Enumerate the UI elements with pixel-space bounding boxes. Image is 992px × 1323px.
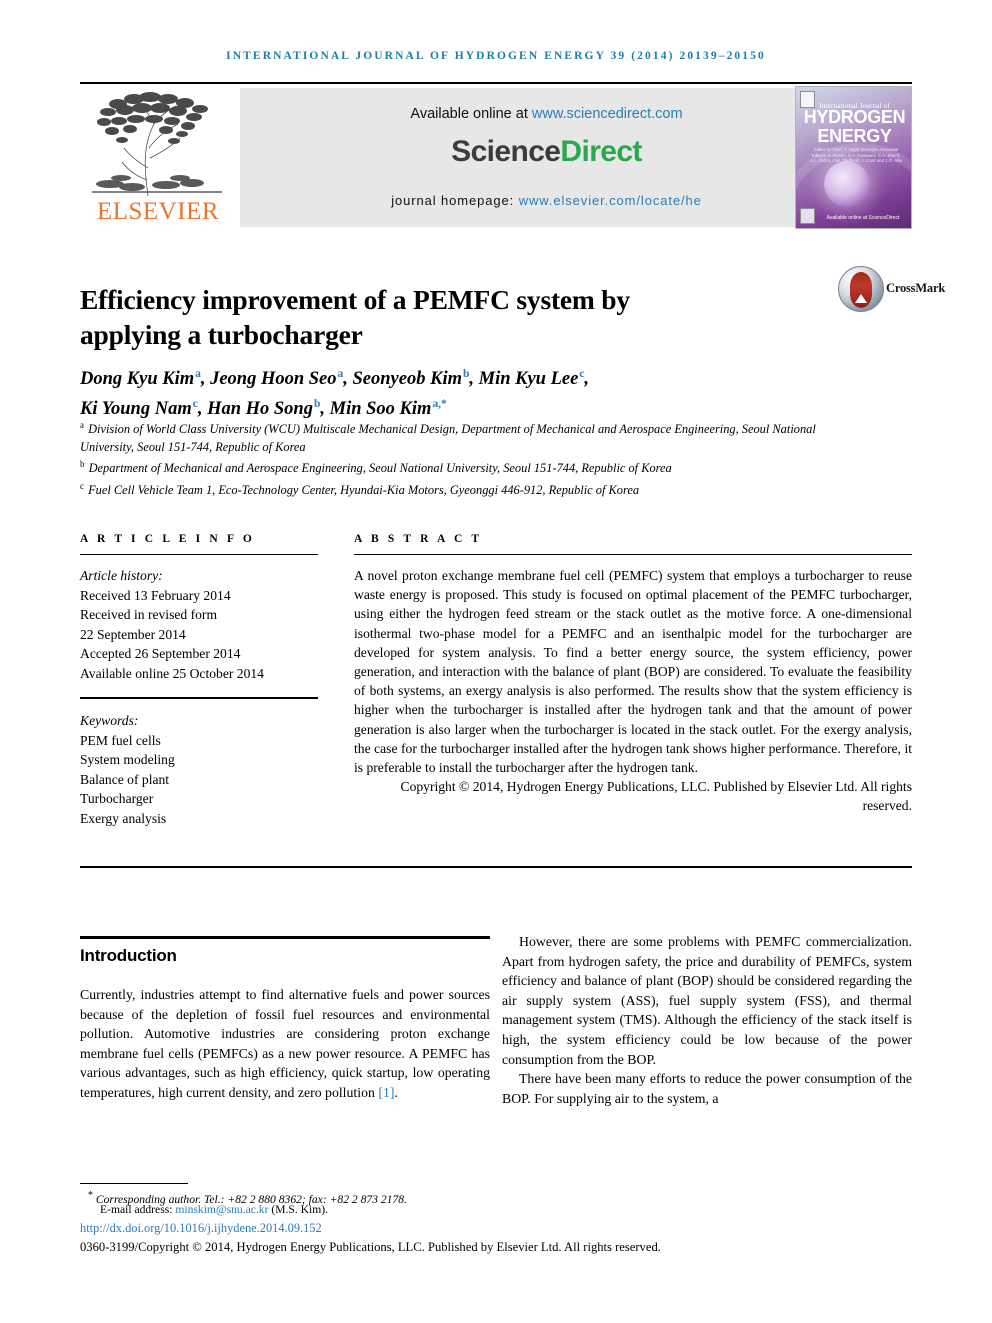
affiliation-text: Division of World Class University (WCU)… bbox=[80, 422, 816, 454]
body-paragraph: There have been many efforts to reduce t… bbox=[502, 1071, 912, 1106]
article-history-item: Available online 25 October 2014 bbox=[80, 665, 264, 681]
article-history-item: 22 September 2014 bbox=[80, 626, 186, 642]
keywords-divider bbox=[80, 697, 318, 700]
cover-line-energy: ENERGY bbox=[817, 126, 892, 146]
cover-sphere-decoration bbox=[824, 161, 870, 207]
sciencedirect-url[interactable]: www.sciencedirect.com bbox=[532, 106, 683, 122]
footnote-rule bbox=[80, 1183, 188, 1184]
affiliation-text: Department of Mechanical and Aerospace E… bbox=[88, 461, 672, 476]
author-affiliation-marker: a bbox=[337, 368, 344, 380]
affiliation-item: b Department of Mechanical and Aerospace… bbox=[80, 456, 870, 478]
crossmark-label: CrossMark bbox=[886, 281, 946, 295]
author-affiliation-marker: c bbox=[579, 368, 585, 380]
available-online-label: Available online at bbox=[410, 106, 532, 122]
author-affiliation-marker: c bbox=[192, 398, 198, 411]
author-name: Jeong Hoon Seo bbox=[210, 369, 337, 390]
cover-editors: Editor-in-Chief: T. Nejat Veziroğlu Asso… bbox=[810, 147, 902, 164]
article-history-item: Accepted 26 September 2014 bbox=[80, 646, 241, 661]
author-affiliation-marker: a,* bbox=[432, 398, 447, 411]
article-info-divider bbox=[80, 554, 318, 555]
keyword-item: Balance of plant bbox=[80, 771, 170, 787]
body-paragraph: Currently, industries attempt to find al… bbox=[80, 985, 490, 1103]
keyword-item: Turbocharger bbox=[80, 791, 154, 807]
body-paragraph: However, there are some problems with PE… bbox=[502, 934, 912, 1067]
affiliation-marker: b bbox=[80, 459, 85, 470]
cover-bottom-badge-icon bbox=[800, 208, 815, 224]
issn-copyright-line: 0360-3199/Copyright © 2014, Hydrogen Ene… bbox=[80, 1240, 661, 1254]
abstract-divider bbox=[354, 554, 912, 555]
abstract-column: A B S T R A C T A novel proton exchange … bbox=[354, 533, 912, 816]
abstract-copyright: Copyright © 2014, Hydrogen Energy Public… bbox=[400, 779, 913, 814]
journal-homepage-url[interactable]: www.elsevier.com/locate/he bbox=[519, 193, 702, 208]
author-affiliation-marker: a bbox=[195, 368, 201, 380]
cover-line-hydrogen: HYDROGEN bbox=[803, 107, 906, 127]
journal-banner: ELSEVIER Available online at www.science… bbox=[80, 86, 912, 231]
author-list: Dong Kyu Kima, Jeong Hoon Seoa, Seonyeob… bbox=[80, 362, 850, 422]
article-info-heading: A R T I C L E I N F O bbox=[80, 533, 255, 545]
abstract-bottom-rule bbox=[80, 866, 912, 869]
email-label: E-mail address: bbox=[100, 1203, 176, 1216]
email-address-link[interactable]: minskim@snu.ac.kr bbox=[175, 1203, 268, 1216]
article-history-item: Received 13 February 2014 bbox=[80, 587, 231, 603]
reference-link[interactable]: [1] bbox=[378, 1085, 394, 1100]
affiliation-item: a Division of World Class University (WC… bbox=[80, 417, 870, 456]
affiliation-marker: a bbox=[80, 420, 84, 430]
author-affiliation-marker: b bbox=[462, 368, 470, 380]
sciencedirect-logo: ScienceDirect bbox=[240, 135, 853, 169]
email-suffix: (M.S. Kim). bbox=[268, 1203, 329, 1216]
introduction-heading: Introduction bbox=[80, 946, 177, 965]
body-paragraph-tail: . bbox=[394, 1084, 398, 1100]
elsevier-tree-icon bbox=[88, 88, 226, 200]
author-name: Seonyeob Kim bbox=[352, 369, 462, 390]
affiliation-text: Fuel Cell Vehicle Team 1, Eco-Technology… bbox=[88, 482, 640, 497]
article-info-column: A R T I C L E I N F O Article history: R… bbox=[80, 533, 318, 828]
journal-homepage-line: journal homepage: www.elsevier.com/locat… bbox=[240, 193, 853, 208]
author-name: Min Kyu Lee bbox=[478, 369, 579, 390]
crossmark-triangle-icon bbox=[855, 294, 867, 303]
author-line-1: Dong Kyu Kima, Jeong Hoon Seoa, Seonyeob… bbox=[80, 368, 590, 390]
elsevier-logo: ELSEVIER bbox=[80, 86, 235, 231]
abstract-heading: A B S T R A C T bbox=[354, 533, 483, 545]
keyword-item: System modeling bbox=[80, 752, 175, 768]
introduction-rule bbox=[80, 936, 490, 939]
running-head: International Journal of Hydrogen Energy… bbox=[226, 50, 766, 62]
email-note: E-mail address: minskim@snu.ac.kr (M.S. … bbox=[100, 1203, 328, 1216]
sciencedirect-panel: Available online at www.sciencedirect.co… bbox=[240, 88, 853, 227]
affiliation-list: a Division of World Class University (WC… bbox=[80, 417, 870, 499]
article-history-label: Article history: bbox=[80, 568, 163, 583]
body-column-left: Currently, industries attempt to find al… bbox=[80, 985, 490, 1103]
journal-cover-thumbnail: International Journal of HYDROGEN ENERGY… bbox=[795, 86, 912, 229]
crossmark-logo[interactable]: CrossMark bbox=[838, 266, 945, 314]
crossmark-icon bbox=[838, 266, 884, 312]
body-column-right: However, there are some problems with PE… bbox=[502, 932, 912, 1108]
author-affiliation-marker: b bbox=[313, 398, 321, 411]
affiliation-item: c Fuel Cell Vehicle Team 1, Eco-Technolo… bbox=[80, 478, 870, 500]
sciencedirect-logo-direct: Direct bbox=[560, 135, 642, 168]
page-title: Efficiency improvement of a PEMFC system… bbox=[80, 284, 630, 351]
abstract-text: A novel proton exchange membrane fuel ce… bbox=[354, 568, 912, 776]
keyword-item: Exergy analysis bbox=[80, 810, 167, 826]
affiliation-marker: c bbox=[80, 480, 84, 491]
keywords-label: Keywords: bbox=[80, 713, 139, 729]
keyword-item: PEM fuel cells bbox=[80, 732, 161, 748]
cover-sciencedirect-footer: Available online at ScienceDirect bbox=[826, 215, 900, 221]
sciencedirect-logo-science: Science bbox=[451, 135, 561, 168]
header-rule bbox=[80, 82, 912, 84]
journal-homepage-label: journal homepage: bbox=[391, 193, 519, 208]
article-history-item: Received in revised form bbox=[80, 607, 218, 622]
elsevier-wordmark: ELSEVIER bbox=[96, 198, 220, 225]
journal-article-first-page: International Journal of Hydrogen Energy… bbox=[0, 0, 992, 1323]
available-online-line: Available online at www.sciencedirect.co… bbox=[240, 106, 853, 122]
doi-link[interactable]: http://dx.doi.org/10.1016/j.ijhydene.201… bbox=[80, 1221, 322, 1236]
author-name: Dong Kyu Kim bbox=[80, 369, 195, 390]
body-paragraph-text: Currently, industries attempt to find al… bbox=[80, 987, 490, 1100]
